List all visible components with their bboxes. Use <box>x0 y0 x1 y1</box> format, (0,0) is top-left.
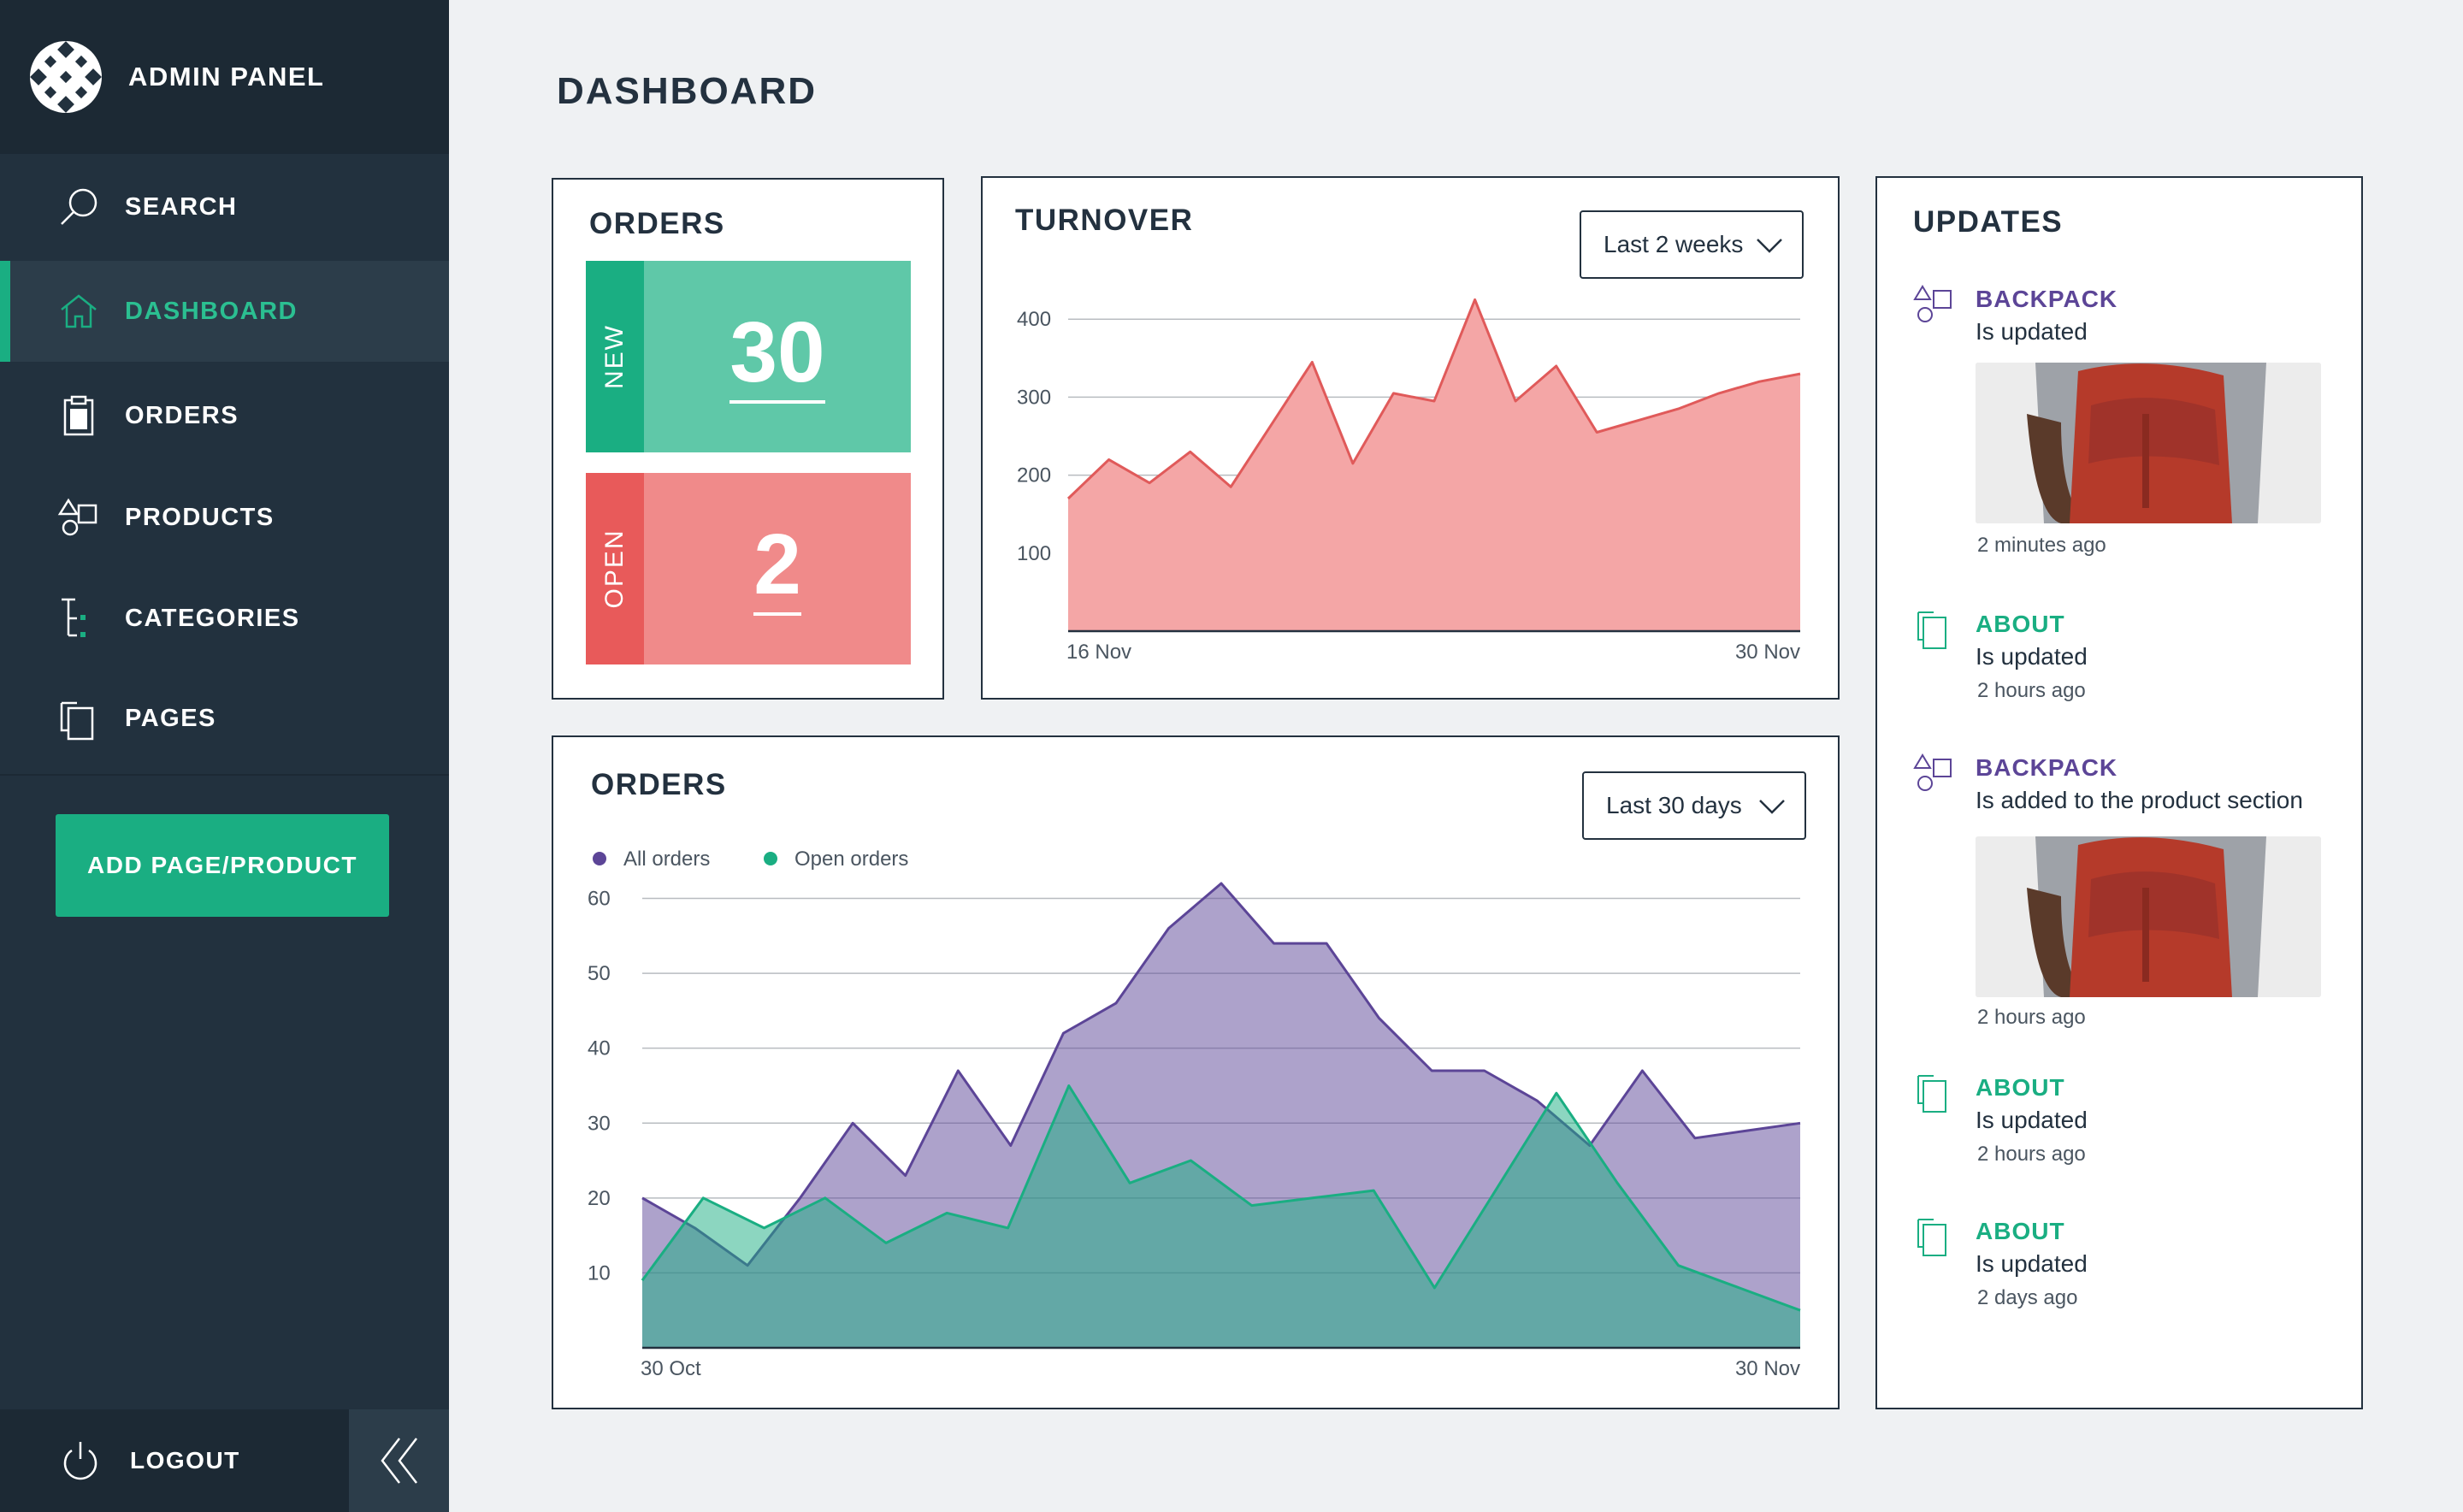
logout-button[interactable]: LOGOUT <box>0 1409 349 1512</box>
turnover-chart: 100 200 300 400 16 Nov 30 Nov <box>1017 298 1801 664</box>
update-time: 2 minutes ago <box>1977 534 2106 557</box>
shapes-icon <box>1913 285 1952 322</box>
update-time: 2 hours ago <box>1977 1143 2086 1166</box>
y-tick-label: 20 <box>588 1187 611 1210</box>
clipboard-icon <box>63 395 94 436</box>
legend-marker <box>593 852 606 865</box>
y-tick-label: 40 <box>588 1037 611 1060</box>
sidebar-item-pages[interactable]: PAGES <box>0 668 449 769</box>
legend-marker <box>764 852 777 865</box>
tree-icon <box>62 598 86 637</box>
sidebar-item-dashboard[interactable]: DASHBOARD <box>0 261 449 362</box>
backpack-thumbnail <box>1976 363 2321 523</box>
open-orders-side: OPEN <box>586 473 644 664</box>
sidebar-item-label: PAGES <box>125 704 216 732</box>
sidebar-item-search[interactable]: SEARCH <box>0 157 449 257</box>
page-title: DASHBOARD <box>557 70 817 112</box>
updates-title: UPDATES <box>1913 205 2064 239</box>
updates-card: UPDATES BACKPACK Is updated 2 minutes ag… <box>1875 176 2363 1409</box>
pages-icon <box>1917 1219 1946 1256</box>
update-title: BACKPACK <box>1976 286 2118 312</box>
x-tick-label: 30 Oct <box>641 1357 701 1380</box>
search-icon <box>61 188 97 225</box>
sidebar-item-label: CATEGORIES <box>125 604 300 632</box>
collapse-sidebar-button[interactable] <box>349 1409 449 1512</box>
double-chevron-left-icon <box>380 1438 417 1484</box>
update-time: 2 days ago <box>1977 1286 2078 1309</box>
update-time: 2 hours ago <box>1977 679 2086 702</box>
new-orders-tile[interactable]: NEW 30 <box>586 261 911 452</box>
new-orders-label: NEW <box>600 324 629 389</box>
y-tick-label: 200 <box>1017 464 1051 487</box>
sidebar-item-label: PRODUCTS <box>125 503 275 531</box>
pages-icon <box>60 701 94 741</box>
open-orders-count: 2 <box>753 522 801 616</box>
y-tick-label: 50 <box>588 962 611 985</box>
update-description: Is updated <box>1976 1250 2088 1277</box>
update-title: ABOUT <box>1976 1218 2065 1244</box>
open-orders-main: 2 <box>644 473 911 664</box>
update-title: BACKPACK <box>1976 754 2118 781</box>
open-orders-tile[interactable]: OPEN 2 <box>586 473 911 664</box>
logo-icon <box>30 41 102 113</box>
new-orders-main: 30 <box>644 261 911 452</box>
y-tick-label: 300 <box>1017 386 1051 409</box>
series-area-1 <box>1068 299 1800 631</box>
update-title: ABOUT <box>1976 611 2065 637</box>
y-tick-label: 60 <box>588 888 611 911</box>
update-description: Is updated <box>1976 643 2088 670</box>
sidebar-item-label: SEARCH <box>125 192 238 221</box>
orders-chart-card: ORDERS Last 30 days 10 20 30 40 50 60 30 Oct 30… <box>552 735 1840 1409</box>
y-tick-label: 30 <box>588 1112 611 1135</box>
add-page-product-button[interactable]: ADD PAGE/PRODUCT <box>56 814 389 917</box>
update-title: ABOUT <box>1976 1074 2065 1101</box>
update-description: Is added to the product section <box>1976 787 2303 813</box>
orders-summary-card: ORDERS NEW 30 OPEN 2 <box>552 178 944 700</box>
pages-icon <box>1917 611 1946 649</box>
new-orders-side: NEW <box>586 261 644 452</box>
x-tick-label: 16 Nov <box>1066 641 1131 664</box>
home-icon <box>61 294 97 328</box>
orders-summary-title: ORDERS <box>589 207 725 240</box>
brand-title: ADMIN PANEL <box>128 62 325 92</box>
update-description: Is updated <box>1976 1107 2088 1133</box>
update-description: Is updated <box>1976 318 2088 345</box>
open-orders-label: OPEN <box>600 529 629 609</box>
update-time: 2 hours ago <box>1977 1006 2086 1029</box>
x-tick-label: 30 Nov <box>1735 641 1800 664</box>
sidebar-item-orders[interactable]: ORDERS <box>0 365 449 466</box>
new-orders-count: 30 <box>729 310 825 404</box>
y-tick-label: 400 <box>1017 308 1051 331</box>
x-tick-label: 30 Nov <box>1735 1357 1800 1380</box>
pages-icon <box>1917 1075 1946 1113</box>
sidebar-item-categories[interactable]: CATEGORIES <box>0 568 449 669</box>
shapes-icon <box>1913 753 1952 791</box>
y-tick-label: 100 <box>1017 542 1051 565</box>
sidebar-item-label: ORDERS <box>125 401 239 429</box>
shapes-icon <box>57 498 97 536</box>
brand: ADMIN PANEL <box>0 0 449 154</box>
backpack-thumbnail <box>1976 836 2321 997</box>
sidebar-divider <box>0 774 449 776</box>
power-icon <box>63 1442 97 1480</box>
orders-chart: 10 20 30 40 50 60 30 Oct 30 Nov All orders Open o… <box>588 848 1801 1380</box>
logout-label: LOGOUT <box>130 1447 240 1474</box>
sidebar-item-label: DASHBOARD <box>125 297 298 325</box>
legend-label: All orders <box>623 848 710 871</box>
sidebar: ADMIN PANEL SEARCH DASHBOARD ORDERS PROD… <box>0 0 449 1512</box>
turnover-card: TURNOVER Last 2 weeks 100 200 300 400 16 Nov… <box>981 176 1840 700</box>
y-tick-label: 10 <box>588 1261 611 1285</box>
legend-label: Open orders <box>794 848 908 871</box>
sidebar-item-products[interactable]: PRODUCTS <box>0 467 449 568</box>
